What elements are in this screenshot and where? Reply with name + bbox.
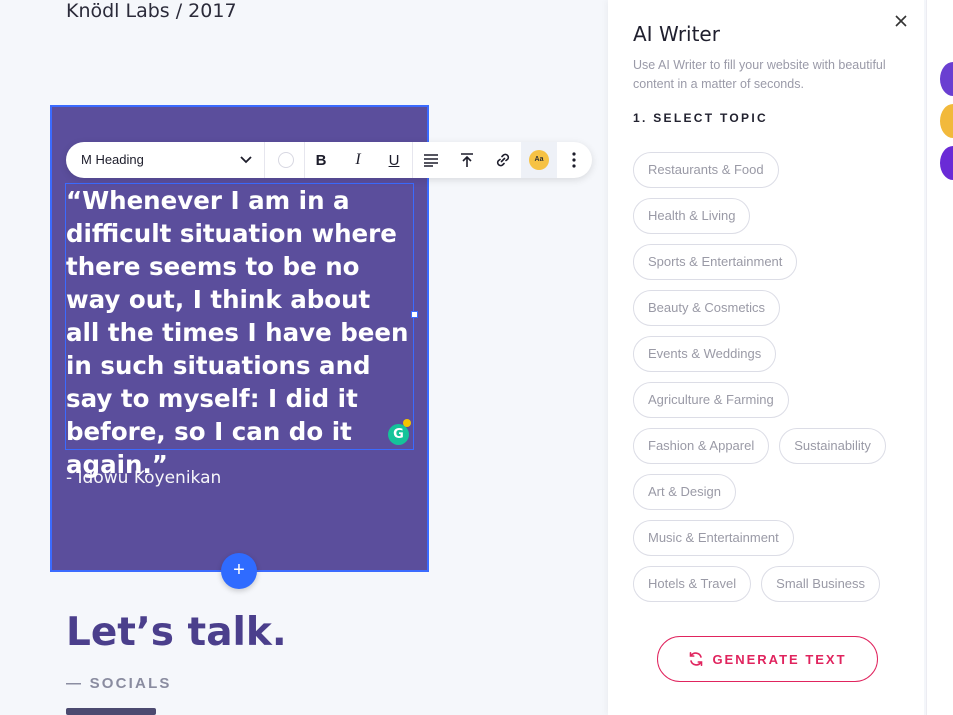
text-toolbar: M Heading B I U Aa [66,142,592,178]
align-icon[interactable] [414,142,448,178]
panel-description: Use AI Writer to fill your website with … [633,58,886,91]
text-color-swatch[interactable] [278,152,294,168]
topic-chip[interactable]: Music & Entertainment [633,520,794,556]
close-icon[interactable] [892,12,910,30]
link-icon[interactable] [486,142,520,178]
bold-button[interactable]: B [304,142,338,178]
toolbar-divider [264,142,265,178]
panel-title: AI Writer [633,22,720,46]
topic-chip[interactable]: Fashion & Apparel [633,428,770,464]
section-heading[interactable]: Let’s talk. [66,610,287,655]
ai-writer-icon[interactable]: Aa [529,150,549,170]
quote-author[interactable]: - Idowu Koyenikan [66,468,221,488]
underline-button[interactable]: U [377,142,411,178]
topic-chip[interactable]: Agriculture & Farming [633,382,789,418]
topic-chip[interactable]: Hotels & Travel [633,566,752,602]
topic-list: Restaurants & Food Health & Living Sport… [633,152,913,612]
text-style-select[interactable]: M Heading [81,152,144,167]
grammarly-status-dot [403,419,411,427]
vertical-align-top-icon[interactable] [450,142,484,178]
topic-chip[interactable]: Events & Weddings [633,336,777,372]
italic-button[interactable]: I [341,142,375,178]
resize-handle[interactable] [411,311,418,318]
add-section-button[interactable]: + [221,553,257,589]
more-options-icon[interactable] [566,151,582,169]
cut-off-text [66,708,156,715]
toolbar-divider [412,142,413,178]
topic-chip[interactable]: Art & Design [633,474,736,510]
topic-chip[interactable]: Sustainability [779,428,886,464]
generate-text-button[interactable]: GENERATE TEXT [657,636,878,682]
topic-chip[interactable]: Beauty & Cosmetics [633,290,781,326]
refresh-icon [690,652,703,666]
page-caption: Knödl Labs / 2017 [66,0,237,22]
quote-text[interactable]: “Whenever I am in a difficult situation … [66,184,411,481]
topic-chip[interactable]: Restaurants & Food [633,152,779,188]
topic-chip[interactable]: Health & Living [633,198,751,234]
topic-chip[interactable]: Sports & Entertainment [633,244,798,280]
socials-label[interactable]: — SOCIALS [66,675,172,692]
grammarly-icon[interactable]: G [388,424,409,445]
step-label: 1. SELECT TOPIC [633,111,768,125]
topic-chip[interactable]: Small Business [761,566,881,602]
chevron-down-icon[interactable] [238,151,254,167]
generate-text-label: GENERATE TEXT [712,651,847,667]
